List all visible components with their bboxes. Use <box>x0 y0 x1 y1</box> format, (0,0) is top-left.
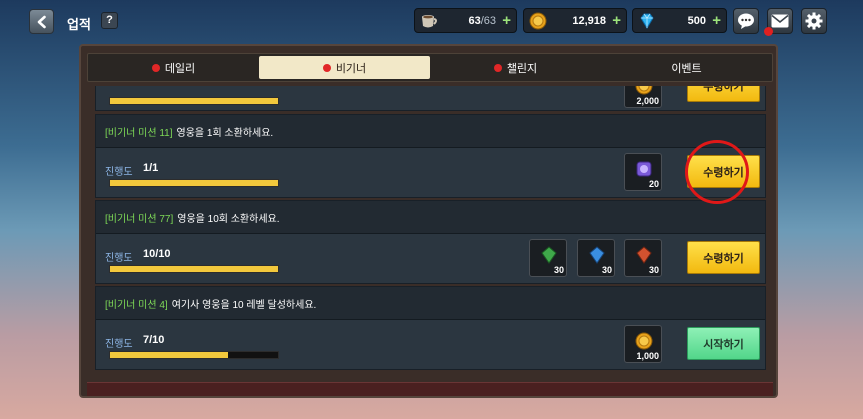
gold-counter: 12,918 + <box>523 8 627 33</box>
diamond-gem-icon <box>640 13 654 29</box>
mission-title: [비기너 미션 77] 영웅을 10회 소환하세요. <box>96 201 765 234</box>
start-button[interactable]: 시작하기 <box>687 327 760 360</box>
stamina-plus-button[interactable]: + <box>502 12 511 29</box>
help-button[interactable]: ? <box>101 12 118 29</box>
reward-amount: 20 <box>648 179 659 189</box>
gem-value: 500 <box>687 15 706 27</box>
mission-card: [비기너 미션 4] 여기사 영웅을 10 레벨 달성하세요. 진행도 7/10… <box>95 286 766 370</box>
highlight-circle <box>685 140 749 204</box>
progress-bar <box>109 97 279 105</box>
progress-value: 10/10 <box>143 248 171 260</box>
claim-button[interactable]: 수령하기 <box>687 241 760 274</box>
coffee-cup-icon <box>422 15 437 28</box>
mail-notification-dot <box>764 27 773 36</box>
mission-title: [비기너 미션 11] 영웅을 1회 소환하세요. <box>96 115 765 148</box>
back-button[interactable] <box>29 9 54 34</box>
green-gem-box-icon <box>541 246 557 264</box>
blue-gem-box-icon <box>589 246 605 264</box>
mail-icon <box>771 14 789 28</box>
red-gem-box-icon <box>636 246 652 264</box>
gem-counter: 500 + <box>632 8 727 33</box>
progress-bar-fill <box>110 352 228 358</box>
progress-label: 진행도 <box>105 253 133 264</box>
tab-beginner[interactable]: 비기너 <box>259 56 430 79</box>
tab-challenge-label: 챌린지 <box>506 62 538 75</box>
progress-label: 진행도 <box>105 339 133 350</box>
reward-amount: 1,000 <box>636 351 659 361</box>
reward-slot[interactable]: 30 <box>529 239 567 277</box>
gold-plus-button[interactable]: + <box>612 12 621 29</box>
mission-description: 영웅을 1회 소환하세요. <box>176 127 274 139</box>
tab-challenge-alert-dot <box>493 63 502 72</box>
mission-title: [비기너 미션 4] 여기사 영웅을 10 레벨 달성하세요. <box>96 287 765 320</box>
tab-event[interactable]: 이벤트 <box>601 54 772 81</box>
tab-daily-label: 데일리 <box>164 62 196 75</box>
summon-ticket-icon <box>636 161 652 177</box>
gold-coin-icon <box>529 12 547 30</box>
tab-daily[interactable]: 데일리 <box>88 54 259 81</box>
tab-challenge[interactable]: 챌린지 <box>430 54 601 81</box>
mission-card: 2,000 수령하기 <box>95 86 766 111</box>
tab-event-label: 이벤트 <box>671 62 702 75</box>
reward-amount: 30 <box>648 265 659 275</box>
mission-list[interactable]: 2,000 수령하기 [비기너 미션 11] 영웅을 1회 소환하세요. 진행도… <box>87 86 773 386</box>
mission-card: [비기너 미션 11] 영웅을 1회 소환하세요. 진행도 1/1 20 수령하… <box>95 114 766 198</box>
progress-bar-fill <box>110 266 278 272</box>
reward-slot[interactable]: 2,000 <box>624 86 662 108</box>
gold-coin-icon <box>635 86 653 95</box>
tab-bar: 데일리 비기너 챌린지 이벤트 <box>87 53 773 82</box>
gold-coin-icon <box>635 332 653 350</box>
achievement-panel: 데일리 비기너 챌린지 이벤트 2,000 수령하기 [비기너 미션 11] 영… <box>79 44 778 398</box>
mission-description: 여기사 영웅을 10 레벨 달성하세요. <box>171 299 317 311</box>
tab-beginner-alert-dot <box>322 63 331 72</box>
settings-button[interactable] <box>801 8 827 34</box>
progress-bar <box>109 179 279 187</box>
stamina-max: /63 <box>480 15 496 27</box>
progress-label: 진행도 <box>105 167 133 178</box>
list-bottom-edge <box>87 382 773 396</box>
gear-icon <box>805 12 823 30</box>
mission-tag: [비기너 미션 77] <box>105 213 174 225</box>
tab-daily-alert-dot <box>151 63 160 72</box>
mission-tag: [비기너 미션 4] <box>105 299 168 311</box>
progress-bar <box>109 265 279 273</box>
mission-card: [비기너 미션 77] 영웅을 10회 소환하세요. 진행도 10/10 30 … <box>95 200 766 284</box>
reward-slot[interactable]: 30 <box>624 239 662 277</box>
progress-value: 7/10 <box>143 334 165 346</box>
reward-slot[interactable]: 1,000 <box>624 325 662 363</box>
chat-bubble-icon <box>738 13 754 29</box>
tab-beginner-label: 비기너 <box>335 62 367 75</box>
gem-plus-button[interactable]: + <box>712 12 721 29</box>
mission-description: 영웅을 10회 소환하세요. <box>177 213 280 225</box>
claim-button[interactable]: 수령하기 <box>687 86 760 102</box>
chat-button[interactable] <box>733 8 759 34</box>
gold-value: 12,918 <box>572 15 606 27</box>
page-title: 업적 <box>67 17 91 32</box>
reward-amount: 30 <box>601 265 612 275</box>
stamina-counter: 63/63 + <box>414 8 517 33</box>
progress-value: 1/1 <box>143 162 159 174</box>
reward-slot[interactable]: 20 <box>624 153 662 191</box>
progress-bar-fill <box>110 180 278 186</box>
stamina-current: 63 <box>468 15 481 27</box>
top-bar: 업적 ? 63/63 + 12,918 + 500 + <box>0 0 863 44</box>
progress-bar <box>109 351 279 359</box>
chevron-left-icon <box>37 15 46 28</box>
reward-amount: 30 <box>553 265 564 275</box>
reward-amount: 2,000 <box>636 96 659 106</box>
mission-tag: [비기너 미션 11] <box>105 127 173 139</box>
progress-bar-fill <box>110 98 278 104</box>
reward-slot[interactable]: 30 <box>577 239 615 277</box>
